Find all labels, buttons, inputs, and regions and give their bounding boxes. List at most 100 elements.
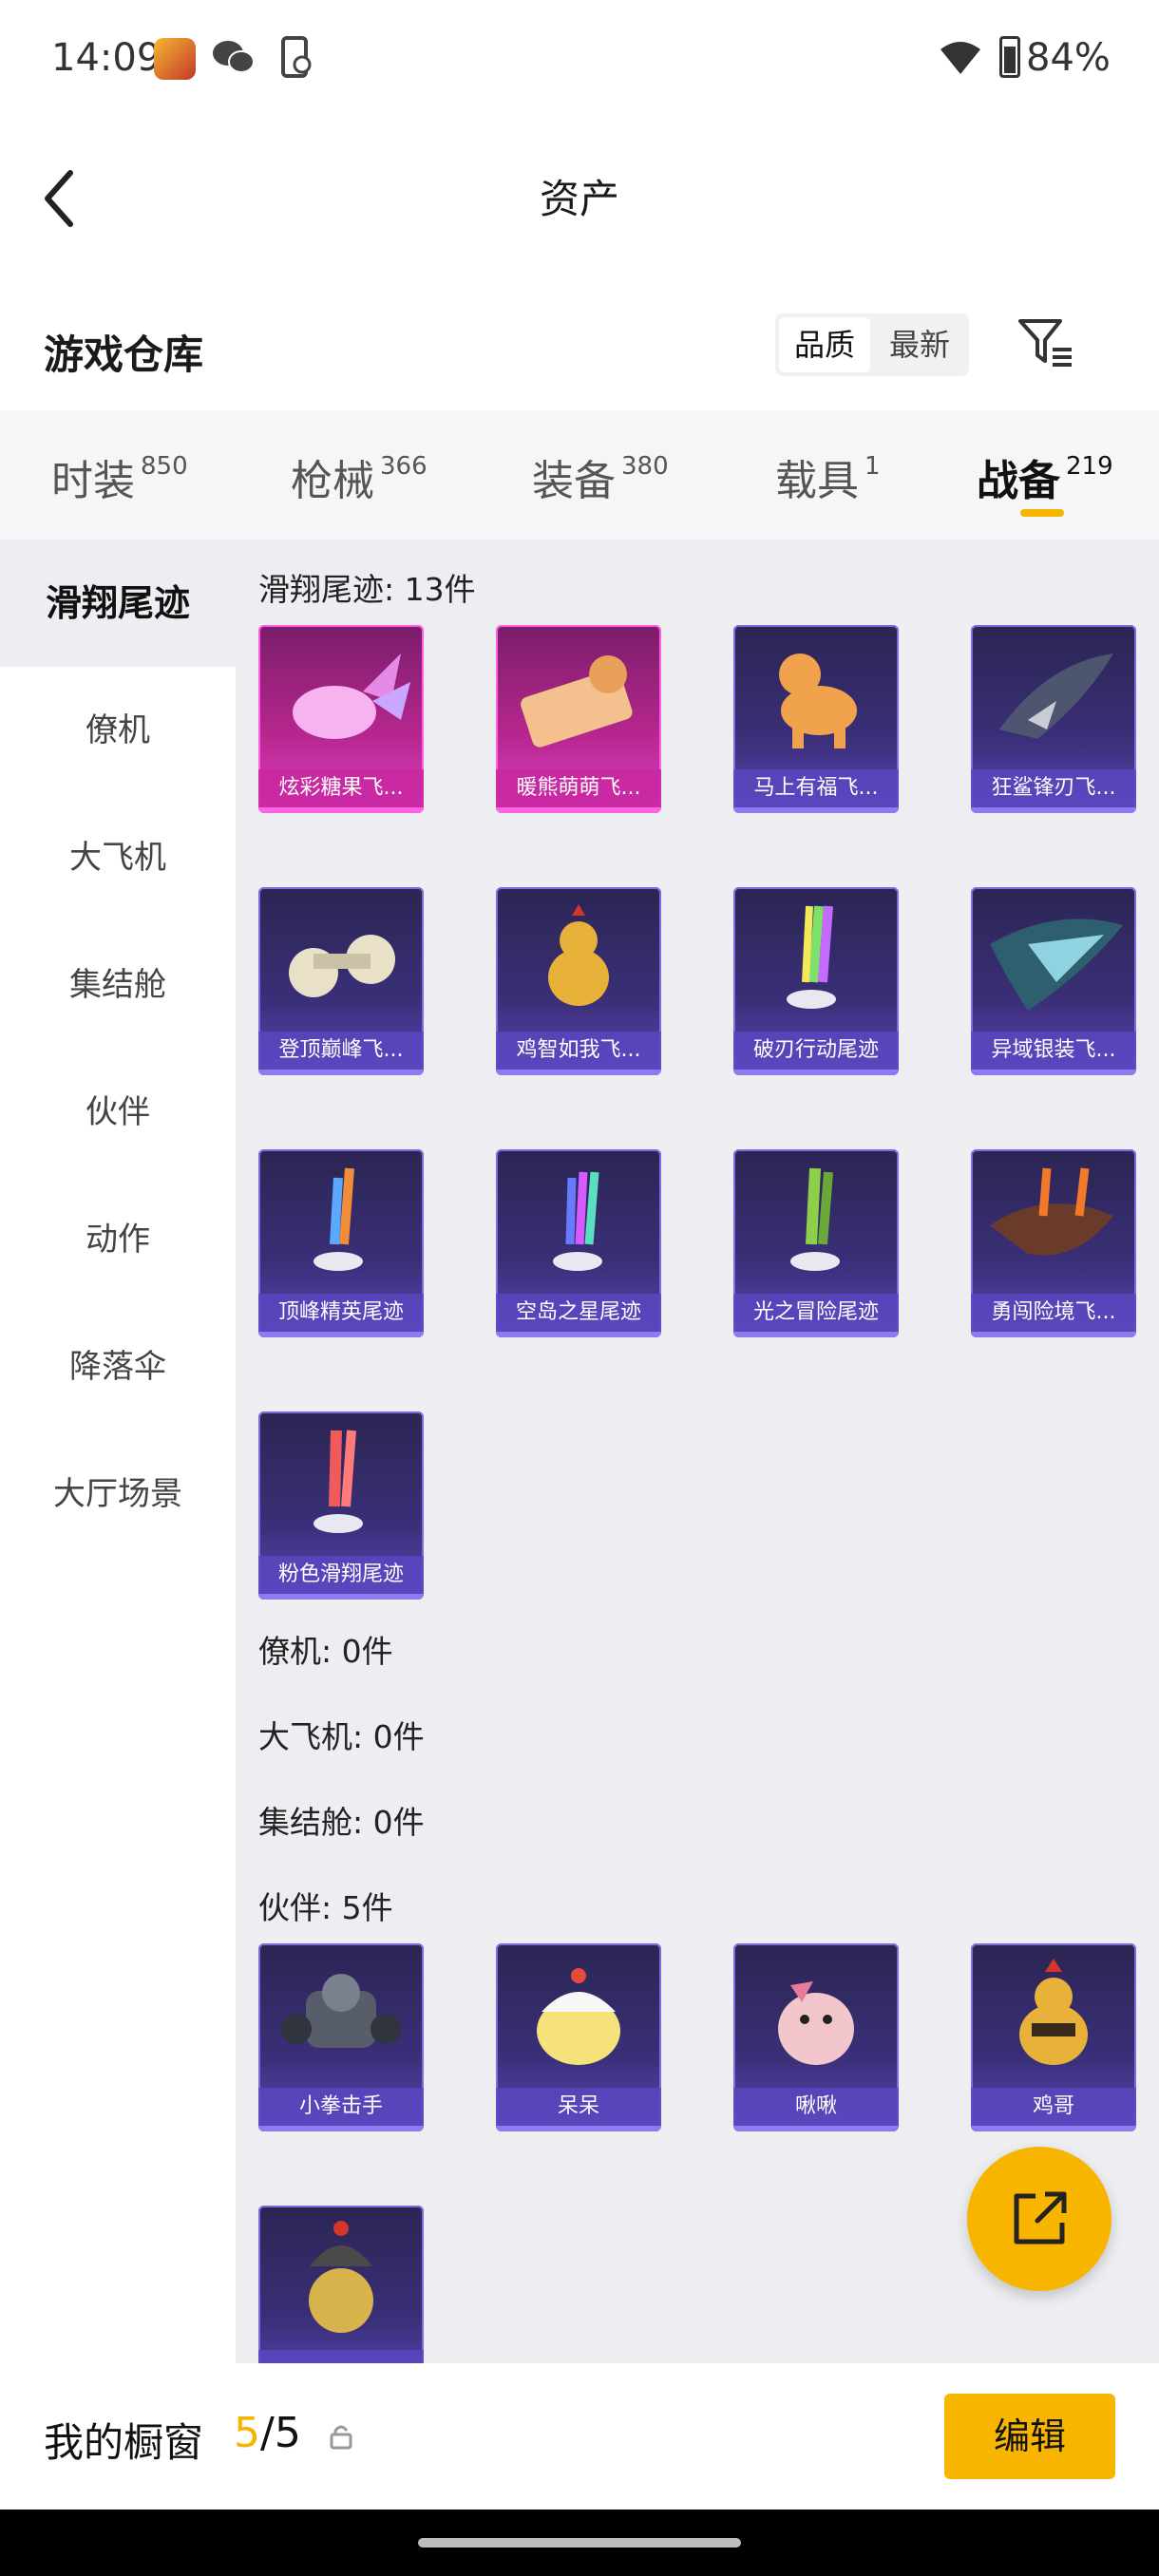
active-tab-indicator: [1020, 509, 1064, 517]
green-trail-icon: [790, 1167, 840, 1271]
multi-trail-icon: [553, 1171, 602, 1271]
edit-button[interactable]: 编辑: [944, 2394, 1115, 2479]
group-label-wingman: 僚机: 0件: [258, 1633, 393, 1670]
item-card[interactable]: 粉色滑翔尾迹: [258, 1411, 424, 1600]
item-name: 光之冒险尾迹: [733, 1294, 899, 1332]
item-name: [258, 2350, 424, 2363]
item-card[interactable]: 马上有福飞...: [733, 625, 899, 813]
tab-count: 1: [864, 452, 881, 482]
item-card[interactable]: 鸡哥: [971, 1943, 1136, 2131]
group-label-plane: 大飞机: 0件: [258, 1718, 425, 1755]
warehouse-title: 游戏仓库: [44, 331, 204, 378]
sidebar: 滑翔尾迹 僚机 大飞机 集结舱 伙伴 动作 降落伞 大厅场景: [0, 540, 236, 2363]
filter-icon[interactable]: [1016, 315, 1075, 372]
tab-count: 366: [380, 452, 428, 482]
system-nav-bar: [0, 2510, 1159, 2576]
tab-equipment[interactable]: 装备 380: [532, 446, 669, 507]
wifi-icon: [940, 42, 980, 74]
item-name: 马上有福飞...: [733, 769, 899, 807]
item-card[interactable]: 呆呆: [496, 1943, 661, 2131]
item-card[interactable]: 小拳击手: [258, 1943, 424, 2131]
item-card[interactable]: 狂鲨锋刃飞...: [971, 625, 1136, 813]
item-name: 破刃行动尾迹: [733, 1032, 899, 1070]
item-card[interactable]: 炫彩糖果飞...: [258, 625, 424, 813]
showcase-label: 我的橱窗: [44, 2419, 204, 2466]
robot-boxer-icon: [281, 1974, 401, 2048]
item-name: 登顶巅峰飞...: [258, 1032, 424, 1070]
game-app-icon: [154, 38, 196, 80]
candy-icon: [293, 653, 410, 739]
dragon-wing-icon: [990, 919, 1123, 1011]
item-card[interactable]: 登顶巅峰飞...: [258, 887, 424, 1075]
sort-toggle: 品质 最新: [775, 313, 969, 376]
item-name: 空岛之星尾迹: [496, 1294, 661, 1332]
tab-fashion[interactable]: 时装 850: [51, 446, 188, 507]
share-button[interactable]: [967, 2147, 1112, 2291]
external-link-icon: [1014, 2191, 1067, 2245]
item-card[interactable]: 空岛之星尾迹: [496, 1149, 661, 1337]
lock-icon: [330, 2425, 352, 2450]
sort-newest-button[interactable]: 最新: [874, 317, 965, 372]
item-card[interactable]: 暖熊萌萌飞...: [496, 625, 661, 813]
item-name: 呆呆: [496, 2088, 661, 2126]
sidebar-item-pod[interactable]: 集结舱: [0, 921, 236, 1049]
showcase-bar: 我的橱窗 5/5 编辑: [0, 2363, 1159, 2510]
battery-percent: 84%: [1026, 36, 1111, 80]
tab-guns[interactable]: 枪械 366: [291, 446, 428, 507]
item-name: 顶峰精英尾迹: [258, 1294, 424, 1332]
chicken-icon: [548, 904, 609, 1006]
showcase-count-current: 5: [234, 2409, 260, 2457]
sidebar-item-emote[interactable]: 动作: [0, 1176, 236, 1303]
sidebar-item-plane[interactable]: 大飞机: [0, 794, 236, 921]
item-card[interactable]: 光之冒险尾迹: [733, 1149, 899, 1337]
item-name: 鸡智如我飞...: [496, 1032, 661, 1070]
showcase-count: 5/5: [234, 2409, 301, 2457]
item-list: 滑翔尾迹: 13件 炫彩糖果飞... 暖熊萌萌飞... 马上有福飞... 狂鲨锋…: [236, 540, 1159, 2363]
tab-readiness[interactable]: 战备 219: [977, 446, 1113, 507]
blue-orange-trail-icon: [314, 1167, 363, 1271]
horse-icon: [779, 653, 857, 748]
shark-icon: [999, 653, 1113, 739]
status-time: 14:09: [51, 36, 162, 80]
item-card[interactable]: 鸡智如我飞...: [496, 887, 661, 1075]
item-name: 炫彩糖果飞...: [258, 769, 424, 807]
pink-trail-icon: [314, 1430, 363, 1533]
bear-bed-icon: [521, 655, 633, 748]
item-name: 狂鲨锋刃飞...: [971, 769, 1136, 807]
item-name: 暖熊萌萌飞...: [496, 769, 661, 807]
showcase-count-total: /5: [260, 2409, 301, 2457]
item-card[interactable]: 异域银装飞...: [971, 887, 1136, 1075]
battery-icon: [999, 36, 1020, 78]
status-bar: 14:09 84%: [0, 0, 1159, 118]
item-card[interactable]: 啾啾: [733, 1943, 899, 2131]
item-card[interactable]: 顶峰精英尾迹: [258, 1149, 424, 1337]
phone-icon: [281, 36, 312, 78]
wechat-icon: [213, 41, 255, 73]
sidebar-item-wingman[interactable]: 僚机: [0, 667, 236, 794]
group-label-partner: 伙伴: 5件: [258, 1889, 393, 1926]
tab-count: 850: [141, 452, 188, 482]
item-card[interactable]: 勇闯险境飞...: [971, 1149, 1136, 1337]
rooster-icon: [1019, 1959, 1088, 2065]
bird-fire-icon: [990, 1167, 1113, 1256]
app-header: 资产: [0, 118, 1159, 270]
item-name: 粉色滑翔尾迹: [258, 1556, 424, 1594]
goggles-icon: [289, 935, 395, 997]
pink-bird-icon: [778, 1981, 854, 2065]
group-label-pod: 集结舱: 0件: [258, 1804, 425, 1841]
sidebar-item-lobby[interactable]: 大厅场景: [0, 1430, 236, 1558]
page-title: 资产: [539, 176, 619, 222]
sort-quality-button[interactable]: 品质: [779, 317, 870, 372]
item-card[interactable]: 破刃行动尾迹: [733, 887, 899, 1075]
tab-vehicles[interactable]: 载具 1: [775, 446, 881, 507]
item-name: 啾啾: [733, 2088, 899, 2126]
item-name: 勇闯险境飞...: [971, 1294, 1136, 1332]
sidebar-item-trails[interactable]: 滑翔尾迹: [0, 540, 236, 667]
sidebar-item-partner[interactable]: 伙伴: [0, 1049, 236, 1176]
egg-chick-icon: [537, 1968, 620, 2065]
home-gesture-bar[interactable]: [418, 2538, 741, 2548]
item-name: 鸡哥: [971, 2088, 1136, 2126]
item-card[interactable]: [258, 2206, 424, 2363]
helmet-chick-icon: [309, 2221, 373, 2333]
sidebar-item-parachute[interactable]: 降落伞: [0, 1303, 236, 1430]
